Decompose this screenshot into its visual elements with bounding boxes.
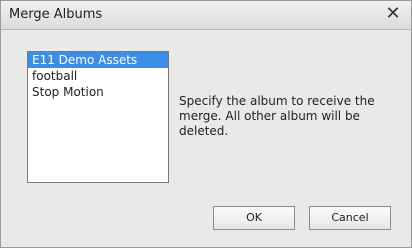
- list-item[interactable]: E11 Demo Assets: [28, 52, 168, 68]
- merge-albums-dialog: Merge Albums ✕ E11 Demo Assets football …: [0, 0, 412, 248]
- list-item[interactable]: Stop Motion: [28, 84, 168, 100]
- cancel-button[interactable]: Cancel: [309, 206, 391, 230]
- list-item[interactable]: football: [28, 68, 168, 84]
- close-icon[interactable]: ✕: [383, 4, 403, 24]
- dialog-title: Merge Albums: [9, 7, 103, 22]
- title-bar: Merge Albums ✕: [1, 1, 411, 30]
- ok-button[interactable]: OK: [213, 206, 295, 230]
- album-list[interactable]: E11 Demo Assets football Stop Motion: [27, 51, 169, 183]
- instruction-text: Specify the album to receive the merge. …: [179, 94, 375, 138]
